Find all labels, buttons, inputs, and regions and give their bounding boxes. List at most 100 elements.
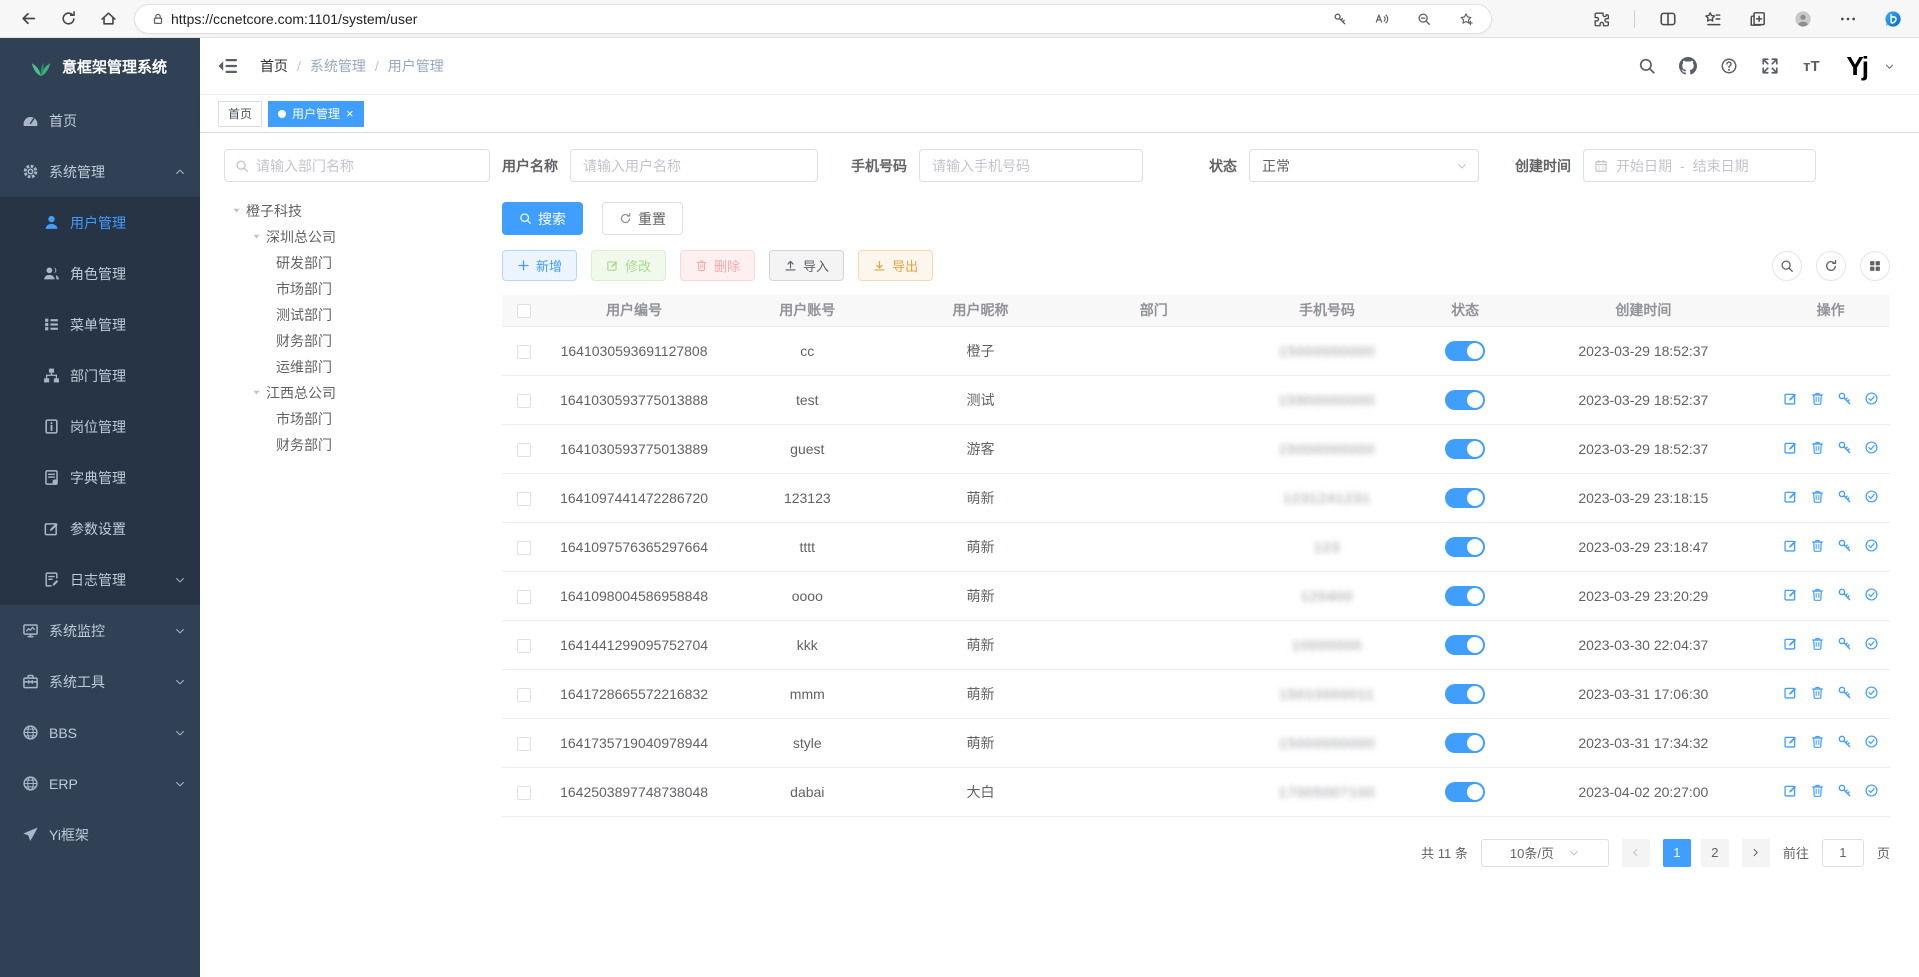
reset-password-icon[interactable] <box>1837 391 1852 406</box>
tree-node[interactable]: 财务部门 <box>224 328 490 354</box>
reset-password-icon[interactable] <box>1837 489 1852 504</box>
profile-button[interactable] <box>1791 7 1815 31</box>
breadcrumb-item[interactable]: 首页 <box>260 56 288 76</box>
split-screen-button[interactable] <box>1656 7 1680 31</box>
address-bar[interactable]: https://ccnetcore.com:1101/system/user <box>134 4 1492 34</box>
question-button[interactable] <box>1717 54 1741 78</box>
zoom-out-button[interactable] <box>1413 8 1435 30</box>
row-checkbox[interactable] <box>517 639 531 653</box>
sidebar-item-menu[interactable]: 菜单管理 <box>0 299 200 350</box>
refresh-circle-button[interactable] <box>1816 251 1846 281</box>
sidebar-item-bbs[interactable]: BBS <box>0 707 200 758</box>
edit-icon[interactable] <box>1783 636 1798 651</box>
close-tab-icon[interactable]: × <box>346 107 354 120</box>
delete-icon[interactable] <box>1810 587 1825 602</box>
status-select[interactable]: 正常 <box>1249 149 1479 182</box>
reset-password-icon[interactable] <box>1837 734 1852 749</box>
edit-button[interactable]: 修改 <box>591 250 666 281</box>
sidebar-item-user[interactable]: 用户管理 <box>0 197 200 248</box>
home-button[interactable] <box>94 5 122 33</box>
delete-icon[interactable] <box>1810 440 1825 455</box>
sidebar-item-dept[interactable]: 部门管理 <box>0 350 200 401</box>
edit-icon[interactable] <box>1783 587 1798 602</box>
import-button[interactable]: 导入 <box>769 250 844 281</box>
dept-search-input[interactable] <box>256 158 479 174</box>
tab-1[interactable]: 用户管理 × <box>268 101 364 127</box>
delete-button[interactable]: 删除 <box>680 250 755 281</box>
delete-icon[interactable] <box>1810 538 1825 553</box>
assign-role-icon[interactable] <box>1864 489 1879 504</box>
extensions-button[interactable] <box>1589 7 1613 31</box>
sidebar-item-tools[interactable]: 系统工具 <box>0 656 200 707</box>
row-checkbox[interactable] <box>517 590 531 604</box>
user-menu-caret-icon[interactable] <box>1884 61 1895 72</box>
tab-0[interactable]: 首页 <box>218 101 262 127</box>
tree-node[interactable]: 运维部门 <box>224 354 490 380</box>
row-checkbox[interactable] <box>517 541 531 555</box>
row-checkbox[interactable] <box>517 443 531 457</box>
status-toggle[interactable] <box>1445 488 1485 508</box>
edit-icon[interactable] <box>1783 538 1798 553</box>
delete-icon[interactable] <box>1810 783 1825 798</box>
tree-node[interactable]: 测试部门 <box>224 302 490 328</box>
back-button[interactable] <box>14 5 42 33</box>
edit-icon[interactable] <box>1783 734 1798 749</box>
row-checkbox[interactable] <box>517 394 531 408</box>
sidebar-item-erp[interactable]: ERP <box>0 758 200 809</box>
status-toggle[interactable] <box>1445 341 1485 361</box>
assign-role-icon[interactable] <box>1864 538 1879 553</box>
collections-button[interactable] <box>1746 7 1770 31</box>
status-toggle[interactable] <box>1445 733 1485 753</box>
grid-circle-button[interactable] <box>1860 251 1890 281</box>
reset-password-icon[interactable] <box>1837 685 1852 700</box>
refresh-button[interactable] <box>54 5 82 33</box>
tree-node[interactable]: 研发部门 <box>224 250 490 276</box>
phone-input[interactable] <box>919 149 1143 182</box>
reset-password-icon[interactable] <box>1837 538 1852 553</box>
next-page-button[interactable] <box>1742 839 1770 867</box>
sidebar-item-role[interactable]: 角色管理 <box>0 248 200 299</box>
copilot-button[interactable] <box>1881 7 1905 31</box>
assign-role-icon[interactable] <box>1864 783 1879 798</box>
assign-role-icon[interactable] <box>1864 391 1879 406</box>
select-all-checkbox[interactable] <box>517 304 531 318</box>
edit-icon[interactable] <box>1783 489 1798 504</box>
edit-icon[interactable] <box>1783 391 1798 406</box>
goto-page-input[interactable] <box>1822 839 1864 867</box>
assign-role-icon[interactable] <box>1864 587 1879 602</box>
key-button[interactable] <box>1329 8 1351 30</box>
page-button-1[interactable]: 1 <box>1663 839 1691 867</box>
page-size-select[interactable]: 10条/页 <box>1481 839 1609 867</box>
assign-role-icon[interactable] <box>1864 440 1879 455</box>
assign-role-icon[interactable] <box>1864 734 1879 749</box>
page-button-2[interactable]: 2 <box>1701 839 1729 867</box>
delete-icon[interactable] <box>1810 489 1825 504</box>
row-checkbox[interactable] <box>517 345 531 359</box>
search-circle-button[interactable] <box>1772 251 1802 281</box>
username-input[interactable] <box>570 149 818 182</box>
row-checkbox[interactable] <box>517 786 531 800</box>
hamburger-icon[interactable] <box>218 57 238 75</box>
sidebar-item-yi[interactable]: Yi框架 <box>0 809 200 860</box>
status-toggle[interactable] <box>1445 635 1485 655</box>
sidebar-item-home[interactable]: 首页 <box>0 95 200 146</box>
delete-icon[interactable] <box>1810 636 1825 651</box>
tree-node[interactable]: 市场部门 <box>224 406 490 432</box>
status-toggle[interactable] <box>1445 782 1485 802</box>
more-button[interactable] <box>1836 7 1860 31</box>
status-toggle[interactable] <box>1445 537 1485 557</box>
reset-password-icon[interactable] <box>1837 440 1852 455</box>
search-button[interactable] <box>1635 54 1659 78</box>
sidebar-item-dict[interactable]: 字典管理 <box>0 452 200 503</box>
delete-icon[interactable] <box>1810 734 1825 749</box>
tree-node[interactable]: 江西总公司 <box>224 380 490 406</box>
reset-password-icon[interactable] <box>1837 783 1852 798</box>
export-button[interactable]: 导出 <box>858 250 933 281</box>
edit-icon[interactable] <box>1783 685 1798 700</box>
edit-icon[interactable] <box>1783 783 1798 798</box>
sidebar-item-system[interactable]: 系统管理 <box>0 146 200 197</box>
favorites-button[interactable] <box>1701 7 1725 31</box>
assign-role-icon[interactable] <box>1864 636 1879 651</box>
tree-node[interactable]: 深圳总公司 <box>224 224 490 250</box>
prev-page-button[interactable] <box>1622 839 1650 867</box>
